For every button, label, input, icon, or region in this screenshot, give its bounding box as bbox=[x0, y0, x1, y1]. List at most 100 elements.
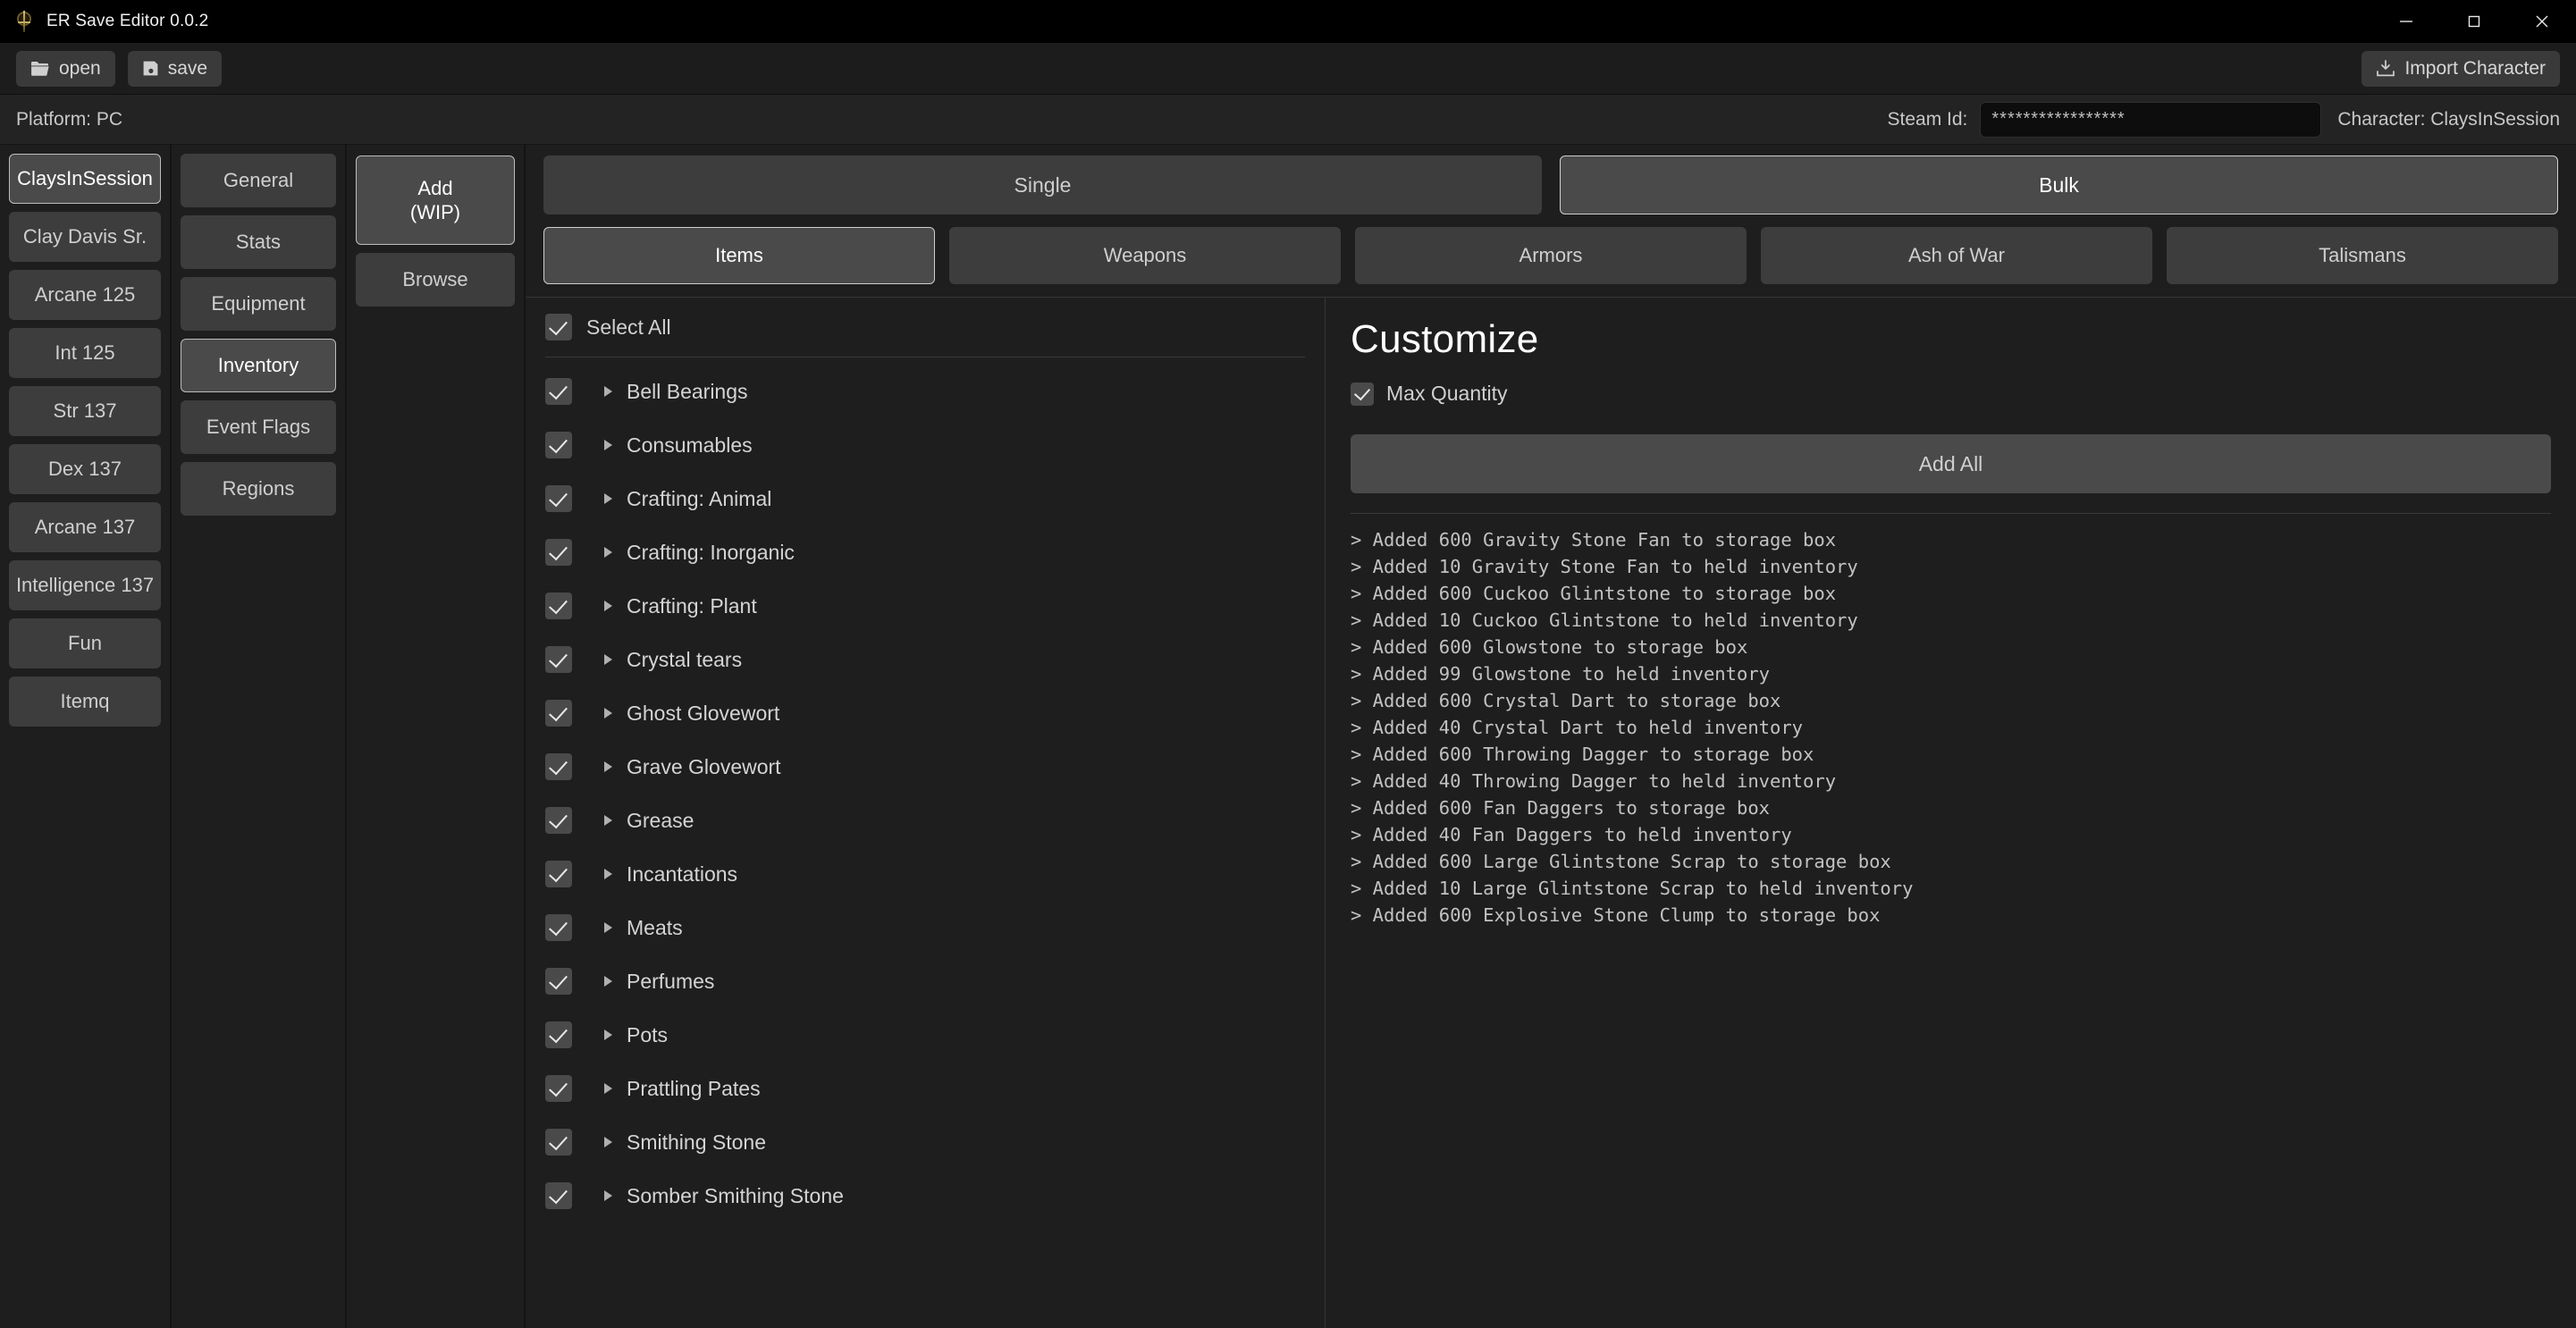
sidebar-item-event-flags[interactable]: Event Flags bbox=[181, 400, 336, 454]
list-item[interactable]: Pots bbox=[545, 1008, 1305, 1062]
sidebar-item-regions[interactable]: Regions bbox=[181, 462, 336, 516]
select-all-row[interactable]: Select All bbox=[545, 314, 1305, 357]
select-all-checkbox[interactable] bbox=[545, 314, 572, 340]
item-checkbox[interactable] bbox=[545, 1182, 572, 1209]
sidebar-item-clay-davis-sr[interactable]: Clay Davis Sr. bbox=[9, 212, 161, 262]
tab-bulk[interactable]: Bulk bbox=[1560, 155, 2558, 214]
add-button-line2: (WIP) bbox=[409, 201, 461, 223]
list-item[interactable]: Perfumes bbox=[545, 954, 1305, 1008]
expand-triangle-icon[interactable] bbox=[604, 1137, 612, 1147]
item-checkbox[interactable] bbox=[545, 1021, 572, 1048]
item-checkbox[interactable] bbox=[545, 700, 572, 727]
section-label: Regions bbox=[222, 477, 295, 500]
steam-id-input[interactable] bbox=[1980, 101, 2322, 138]
tab-single[interactable]: Single bbox=[543, 155, 1542, 214]
item-checkbox[interactable] bbox=[545, 914, 572, 941]
list-item[interactable]: Incantations bbox=[545, 847, 1305, 901]
list-item-label: Crystal tears bbox=[627, 647, 743, 671]
maximize-icon[interactable] bbox=[2440, 0, 2508, 43]
expand-triangle-icon[interactable] bbox=[604, 761, 612, 772]
list-item[interactable]: Bell Bearings bbox=[545, 365, 1305, 418]
item-checkbox[interactable] bbox=[545, 378, 572, 405]
sidebar-item-inventory[interactable]: Inventory bbox=[181, 339, 336, 392]
item-checkbox[interactable] bbox=[545, 753, 572, 780]
list-item[interactable]: Consumables bbox=[545, 418, 1305, 472]
expand-triangle-icon[interactable] bbox=[604, 440, 612, 450]
max-quantity-row[interactable]: Max Quantity bbox=[1351, 382, 2551, 406]
list-item[interactable]: Crafting: Plant bbox=[545, 579, 1305, 633]
info-bar: Platform: PC Steam Id: Character: ClaysI… bbox=[0, 95, 2576, 145]
list-item[interactable]: Ghost Glovewort bbox=[545, 686, 1305, 740]
expand-triangle-icon[interactable] bbox=[604, 976, 612, 987]
list-item[interactable]: Smithing Stone bbox=[545, 1115, 1305, 1169]
expand-triangle-icon[interactable] bbox=[604, 547, 612, 558]
sidebar-item-intelligence-137[interactable]: Intelligence 137 bbox=[9, 560, 161, 610]
item-checkbox[interactable] bbox=[545, 1129, 572, 1156]
sidebar-item-int-125[interactable]: Int 125 bbox=[9, 328, 161, 378]
item-checkbox[interactable] bbox=[545, 968, 572, 995]
list-item[interactable]: Grease bbox=[545, 794, 1305, 847]
sidebar-item-arcane-125[interactable]: Arcane 125 bbox=[9, 270, 161, 320]
list-item[interactable]: Grave Glovewort bbox=[545, 740, 1305, 794]
close-icon[interactable] bbox=[2508, 0, 2576, 43]
section-label: Inventory bbox=[217, 354, 299, 376]
list-item[interactable]: Crystal tears bbox=[545, 633, 1305, 686]
item-checkbox[interactable] bbox=[545, 646, 572, 673]
expand-triangle-icon[interactable] bbox=[604, 1030, 612, 1040]
tab-talismans[interactable]: Talismans bbox=[2167, 227, 2558, 284]
item-checkbox[interactable] bbox=[545, 432, 572, 458]
browse-button[interactable]: Browse bbox=[356, 253, 515, 307]
expand-triangle-icon[interactable] bbox=[604, 1190, 612, 1201]
expand-triangle-icon[interactable] bbox=[604, 601, 612, 611]
steam-id-label: Steam Id: bbox=[1887, 108, 1968, 130]
max-quantity-checkbox[interactable] bbox=[1351, 382, 1374, 406]
import-character-button[interactable]: Import Character bbox=[2361, 51, 2560, 87]
tab-ash-of-war[interactable]: Ash of War bbox=[1761, 227, 2152, 284]
log-line: > Added 600 Throwing Dagger to storage b… bbox=[1351, 744, 1814, 766]
expand-triangle-icon[interactable] bbox=[604, 708, 612, 719]
add-wip-button[interactable]: Add (WIP) bbox=[356, 155, 515, 245]
item-checkbox[interactable] bbox=[545, 1075, 572, 1102]
item-checkbox[interactable] bbox=[545, 593, 572, 619]
save-button[interactable]: save bbox=[127, 50, 223, 87]
list-item[interactable]: Prattling Pates bbox=[545, 1062, 1305, 1115]
list-item[interactable]: Meats bbox=[545, 901, 1305, 954]
sidebar-item-dex-137[interactable]: Dex 137 bbox=[9, 444, 161, 494]
list-item[interactable]: Somber Smithing Stone bbox=[545, 1169, 1305, 1223]
expand-triangle-icon[interactable] bbox=[604, 1083, 612, 1094]
sidebar-item-fun[interactable]: Fun bbox=[9, 618, 161, 668]
item-checkbox[interactable] bbox=[545, 807, 572, 834]
item-checkbox[interactable] bbox=[545, 861, 572, 887]
tab-weapons[interactable]: Weapons bbox=[949, 227, 1341, 284]
item-rows: Bell Bearings Consumables Crafting: Animal… bbox=[545, 365, 1305, 1223]
log-line: > Added 600 Cuckoo Glintstone to storage… bbox=[1351, 583, 1837, 605]
log-output[interactable]: > Added 600 Gravity Stone Fan to storage… bbox=[1351, 513, 2551, 1328]
expand-triangle-icon[interactable] bbox=[604, 386, 612, 397]
sidebar-item-arcane-137[interactable]: Arcane 137 bbox=[9, 502, 161, 552]
sidebar-item-general[interactable]: General bbox=[181, 154, 336, 207]
section-label: Event Flags bbox=[206, 416, 311, 438]
sidebar-item-claysinsession[interactable]: ClaysInSession bbox=[9, 154, 161, 204]
sidebar-item-itemq[interactable]: Itemq bbox=[9, 677, 161, 727]
list-item[interactable]: Crafting: Animal bbox=[545, 472, 1305, 525]
sidebar-item-stats[interactable]: Stats bbox=[181, 215, 336, 269]
import-character-label: Import Character bbox=[2404, 58, 2546, 79]
character-label: Int 125 bbox=[55, 341, 115, 364]
elden-ring-emblem-icon bbox=[13, 10, 36, 33]
minimize-icon[interactable] bbox=[2372, 0, 2440, 43]
expand-triangle-icon[interactable] bbox=[604, 815, 612, 826]
list-item[interactable]: Crafting: Inorganic bbox=[545, 525, 1305, 579]
expand-triangle-icon[interactable] bbox=[604, 654, 612, 665]
add-all-button[interactable]: Add All bbox=[1351, 434, 2551, 493]
item-checkbox[interactable] bbox=[545, 485, 572, 512]
open-button[interactable]: open bbox=[16, 50, 115, 87]
inventory-mode-column: Add (WIP) Browse bbox=[347, 145, 526, 1328]
tab-items[interactable]: Items bbox=[543, 227, 935, 284]
sidebar-item-equipment[interactable]: Equipment bbox=[181, 277, 336, 331]
item-checkbox[interactable] bbox=[545, 539, 572, 566]
tab-armors[interactable]: Armors bbox=[1355, 227, 1747, 284]
expand-triangle-icon[interactable] bbox=[604, 493, 612, 504]
sidebar-item-str-137[interactable]: Str 137 bbox=[9, 386, 161, 436]
expand-triangle-icon[interactable] bbox=[604, 869, 612, 879]
expand-triangle-icon[interactable] bbox=[604, 922, 612, 933]
